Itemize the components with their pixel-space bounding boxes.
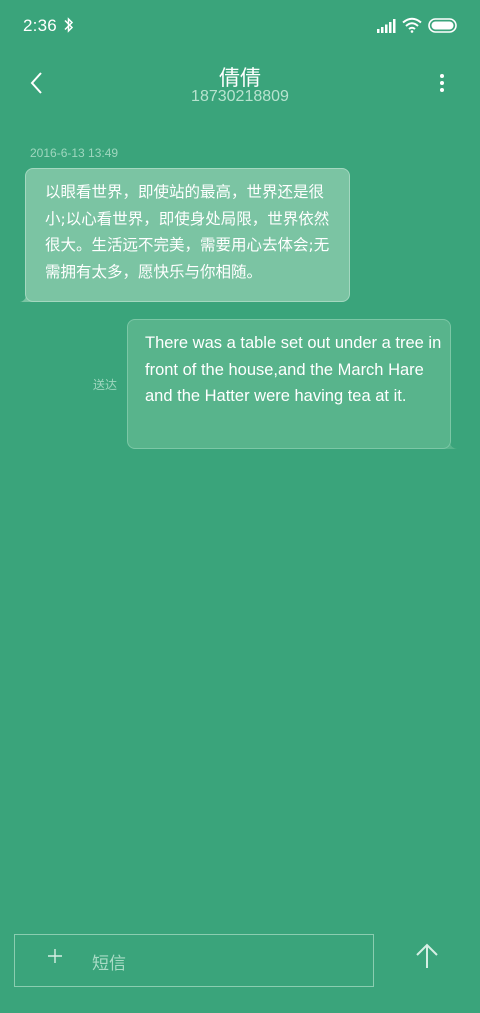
status-time: 2:36 (23, 16, 57, 35)
send-arrow-icon[interactable] (413, 942, 441, 970)
delivery-status: 送达 (93, 378, 118, 392)
battery-icon (428, 18, 457, 33)
wifi-icon (402, 17, 422, 33)
outgoing-message-text: There was a table set out under a tree i… (145, 334, 442, 405)
outgoing-message-bubble[interactable]: There was a table set out under a tree i… (127, 319, 451, 449)
status-bar: 2:36 (0, 0, 480, 52)
compose-bar: 短信 (14, 934, 374, 987)
bluetooth-icon (64, 17, 74, 33)
plus-icon[interactable] (48, 949, 62, 963)
more-vertical-icon[interactable] (432, 70, 452, 96)
message-timestamp: 2016-6-13 13:49 (30, 146, 119, 160)
incoming-message-text: 以眼看世界，即使站的最高，世界还是很小;以心看世界，即使身处局限，世界依然很大。… (45, 183, 330, 281)
signal-icon (377, 19, 396, 33)
phone-number: 18730218809 (191, 88, 289, 105)
sms-input[interactable]: 短信 (92, 949, 126, 974)
incoming-message-bubble[interactable]: 以眼看世界，即使站的最高，世界还是很小;以心看世界，即使身处局限，世界依然很大。… (25, 168, 350, 302)
